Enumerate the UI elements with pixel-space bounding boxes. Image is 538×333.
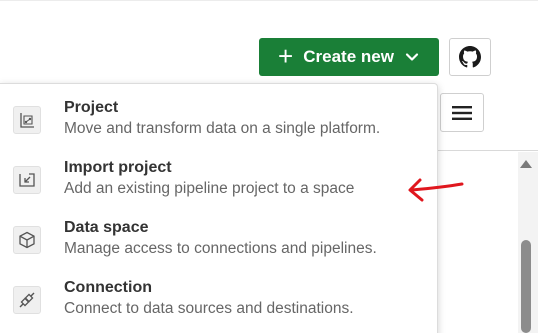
red-arrow-annotation bbox=[408, 178, 464, 202]
github-button[interactable] bbox=[449, 38, 491, 76]
create-new-menu: Project Move and transform data on a sin… bbox=[0, 83, 438, 333]
cube-icon bbox=[13, 226, 41, 254]
menu-item-description: Move and transform data on a single plat… bbox=[64, 120, 381, 137]
import-icon bbox=[13, 166, 41, 194]
scrollbar-thumb[interactable] bbox=[521, 240, 531, 333]
scroll-up-arrow[interactable] bbox=[520, 160, 532, 168]
header-divider bbox=[0, 0, 538, 1]
menu-item-title: Connection bbox=[64, 279, 152, 296]
menu-item-import-project[interactable]: Import project Add an existing pipeline … bbox=[0, 154, 437, 214]
create-new-button[interactable]: + Create new bbox=[259, 38, 439, 76]
menu-item-connection[interactable]: Connection Connect to data sources and d… bbox=[0, 274, 437, 333]
menu-item-title: Data space bbox=[64, 219, 149, 236]
plug-icon bbox=[13, 286, 41, 314]
project-icon bbox=[13, 106, 41, 134]
github-icon bbox=[459, 46, 481, 68]
chevron-down-icon bbox=[405, 53, 419, 61]
app-screen: + Create new Project Move and transform … bbox=[0, 0, 538, 333]
create-new-label: Create new bbox=[303, 47, 394, 66]
menu-item-project[interactable]: Project Move and transform data on a sin… bbox=[0, 94, 437, 154]
menu-item-description: Manage access to connections and pipelin… bbox=[64, 240, 377, 257]
list-view-icon bbox=[452, 105, 472, 120]
menu-item-description: Connect to data sources and destinations… bbox=[64, 300, 354, 317]
menu-item-data-space[interactable]: Data space Manage access to connections … bbox=[0, 214, 437, 274]
menu-item-description: Add an existing pipeline project to a sp… bbox=[64, 180, 355, 197]
menu-item-title: Import project bbox=[64, 159, 172, 176]
list-view-button[interactable] bbox=[440, 93, 484, 132]
plus-icon: + bbox=[278, 41, 294, 71]
menu-item-title: Project bbox=[64, 99, 119, 116]
